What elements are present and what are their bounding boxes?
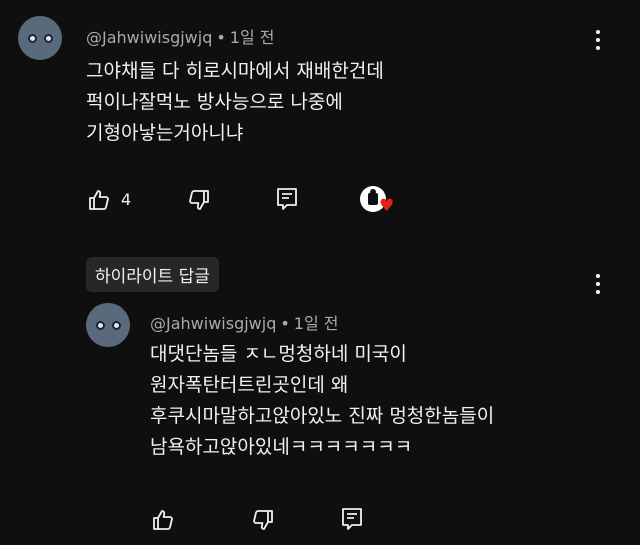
avatar-eye-right [111, 320, 121, 330]
creator-heart-icon[interactable]: ♥ [360, 186, 400, 218]
more-vert-icon[interactable] [588, 26, 608, 54]
comment-line: 퍽이나잘먹노 방사능으로 나중에 [86, 91, 343, 113]
reply-avatar[interactable] [86, 303, 130, 347]
reply-like-button[interactable] [150, 508, 176, 532]
reply-meta: @Jahwiwisgjwjq • 1일 전 [150, 310, 339, 334]
comment-username[interactable]: @Jahwiwisgjwjq [86, 28, 212, 47]
comment-line: 기형아낳는거아니냐 [86, 122, 244, 144]
reply-line: 대댓단놈들 ㅈㄴ멍청하네 미국이 [150, 343, 407, 365]
reply-dislike-button[interactable] [250, 508, 276, 532]
highlight-label: 하이라이트 답글 [86, 257, 219, 292]
thumbs-up-icon [86, 188, 112, 212]
reply-button[interactable] [275, 186, 299, 212]
like-button[interactable] [86, 188, 112, 212]
meta-separator: • [216, 28, 226, 47]
comment-text: 그야채들 다 히로시마에서 재배한건데 퍽이나잘먹노 방사능으로 나중에 기형아… [86, 56, 384, 149]
dislike-button[interactable] [186, 188, 212, 212]
more-vert-icon[interactable] [588, 270, 608, 298]
reply-text: 대댓단놈들 ㅈㄴ멍청하네 미국이 원자폭탄터트린곳인데 왜 후쿠시마말하고앉아있… [150, 339, 494, 463]
avatar-eye-right [43, 33, 53, 43]
avatar[interactable] [18, 16, 62, 60]
avatar-eye-left [27, 33, 37, 43]
comment-time[interactable]: 1일 전 [230, 28, 275, 47]
reply-line: 원자폭탄터트린곳인데 왜 [150, 374, 349, 396]
reply-reply-button[interactable] [340, 506, 364, 532]
thumbs-down-icon [250, 508, 276, 532]
reply-time[interactable]: 1일 전 [294, 314, 339, 333]
reply-line: 남욕하고앉아있네ㅋㅋㅋㅋㅋㅋㅋ [150, 436, 413, 458]
avatar-eye-left [95, 320, 105, 330]
thumbs-down-icon [186, 188, 212, 212]
reply-username[interactable]: @Jahwiwisgjwjq [150, 314, 276, 333]
comment-meta: @Jahwiwisgjwjq • 1일 전 [86, 24, 275, 48]
reply-icon [340, 506, 364, 532]
reply-icon [275, 186, 299, 212]
thumbs-up-icon [150, 508, 176, 532]
reply-line: 후쿠시마말하고앉아있노 진짜 멍청한놈들이 [150, 405, 495, 427]
comment-line: 그야채들 다 히로시마에서 재배한건데 [86, 60, 384, 82]
meta-separator: • [280, 314, 290, 333]
heart-icon: ♥ [379, 196, 395, 216]
like-count: 4 [121, 190, 132, 209]
